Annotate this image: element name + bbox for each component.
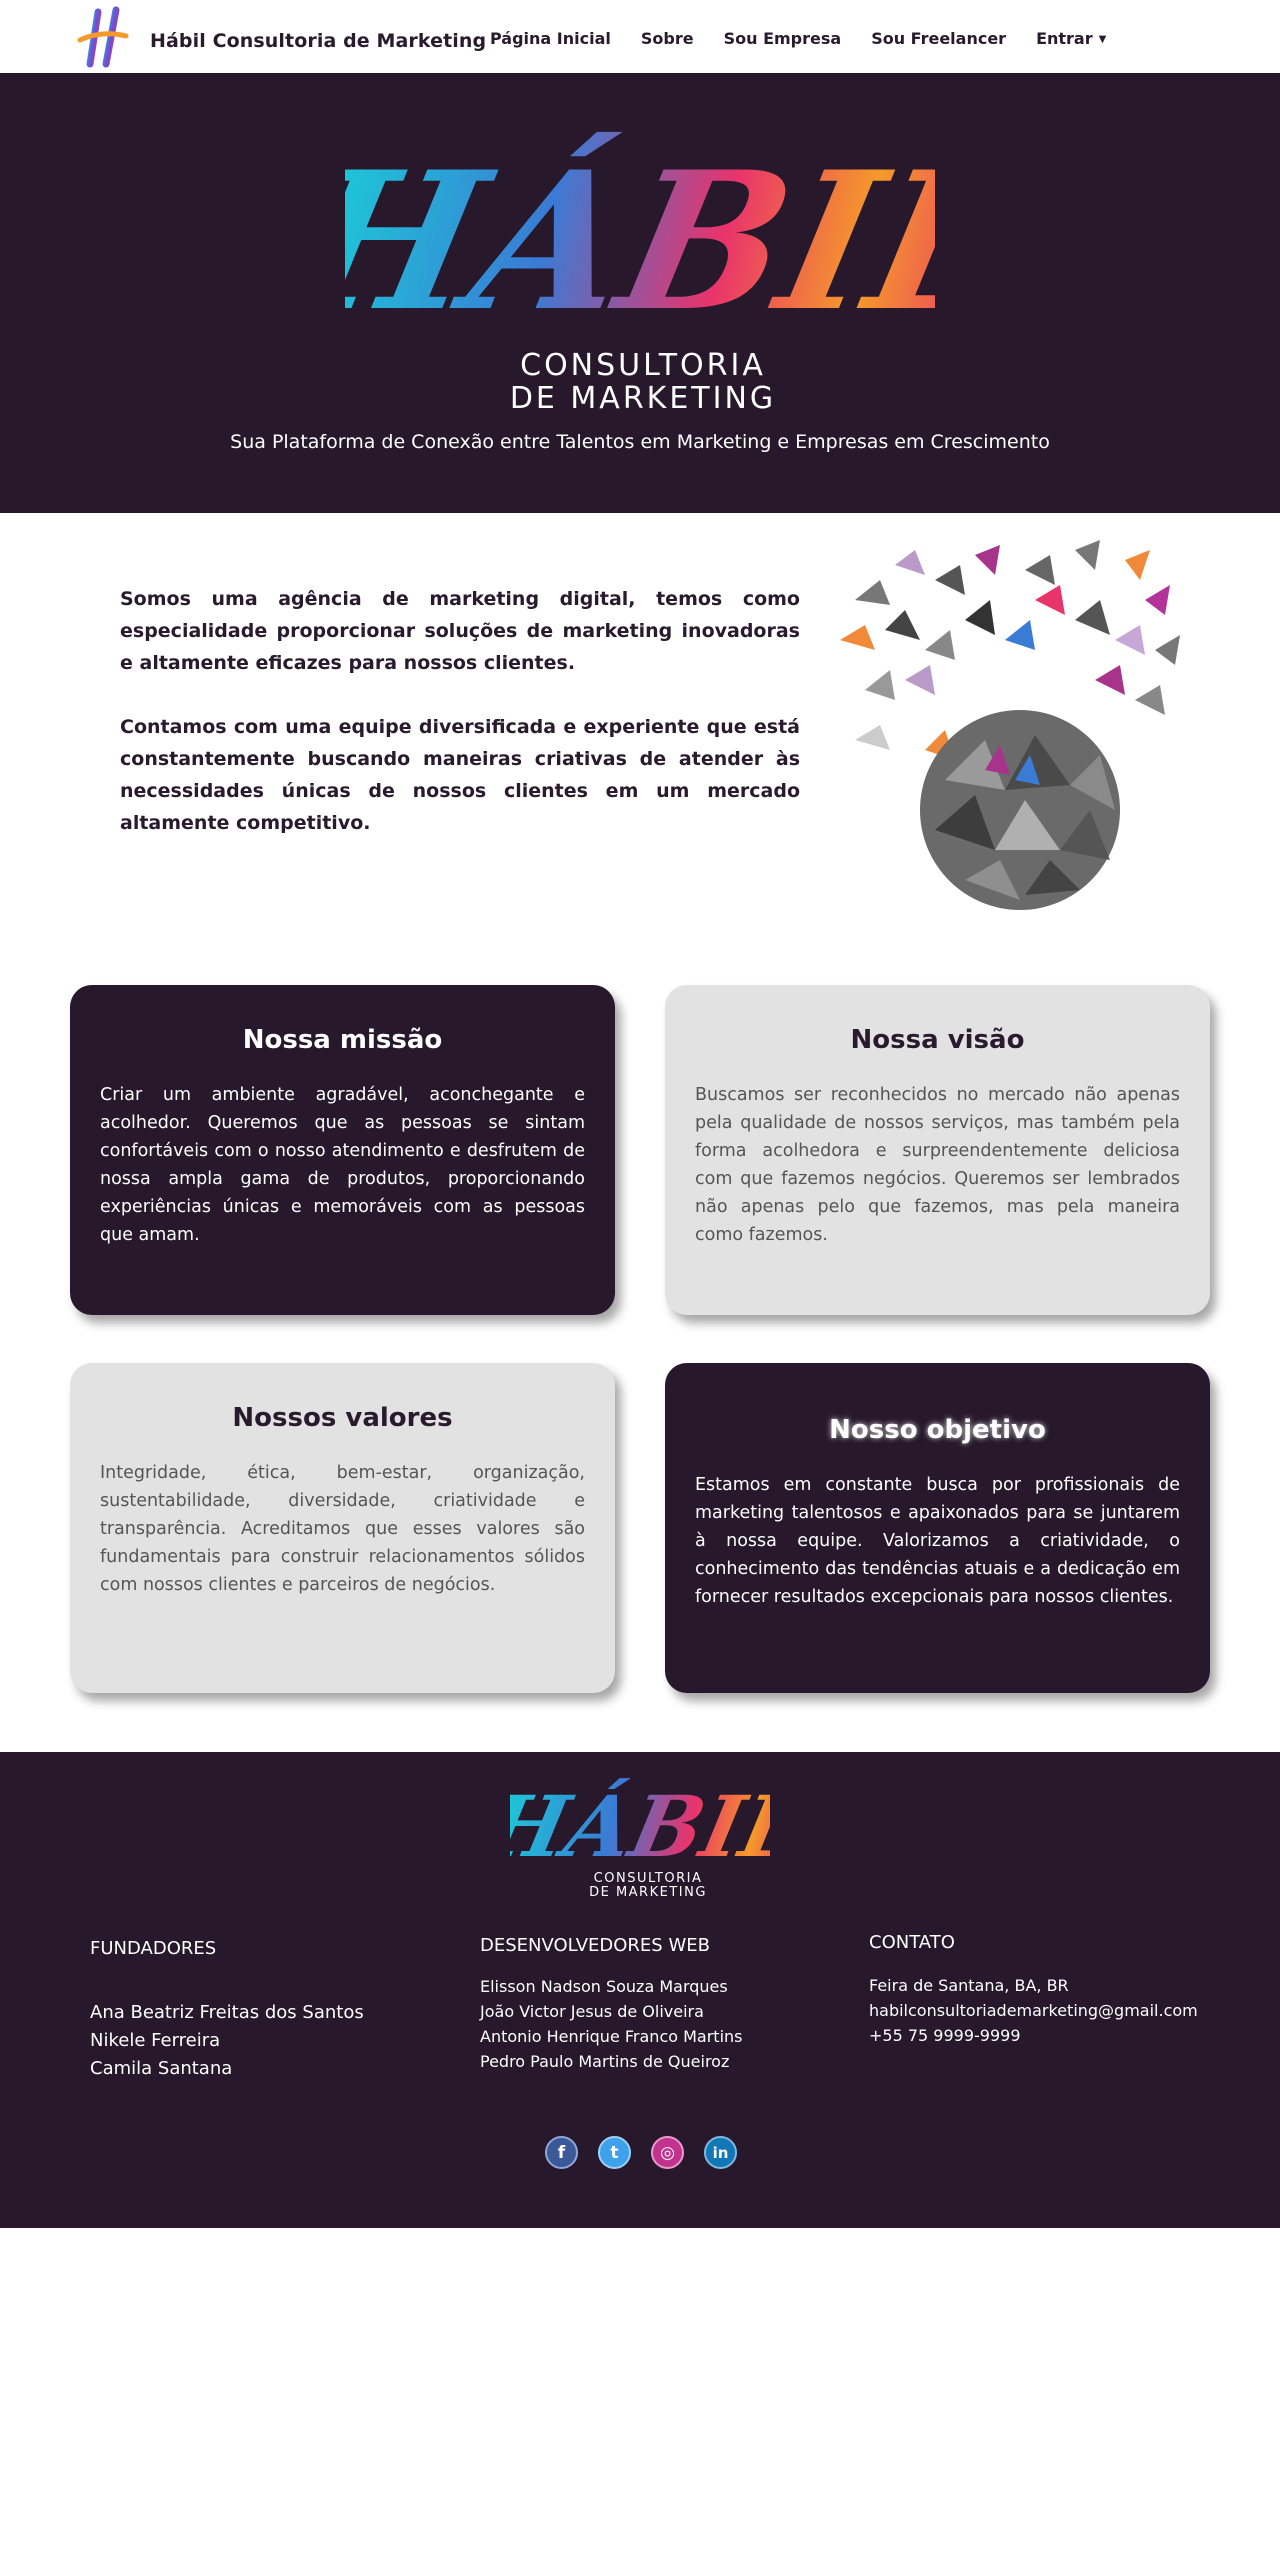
footer-devs-title: DESENVOLVEDORES WEB [480,1935,710,1956]
footer-fundadores-title: FUNDADORES [90,1938,217,1959]
nav-link-sou-freelancer[interactable]: Sou Freelancer [871,29,1006,48]
hero-logo-sub2: DE MARKETING [510,381,776,416]
developer-name: Pedro Paulo Martins de Queiroz [480,2052,730,2071]
chevron-down-icon: ▼ [1098,34,1107,45]
about-paragraph-2: Contamos com uma equipe diversificada e … [120,716,800,834]
footer-logo-sub2: DE MARKETING [589,1885,707,1900]
brand-name[interactable]: Hábil Consultoria de Marketing [150,30,486,52]
developer-name: Antonio Henrique Franco Martins [480,2027,743,2046]
hero-banner: HÁBIL CONSULTORIA DE MARKETING Sua Plata… [0,73,1280,513]
card-missao-text: Criar um ambiente agradável, aconchegant… [100,1085,585,1245]
footer-logo-title: HÁBIL [510,1778,770,1877]
nav-link-sou-empresa[interactable]: Sou Empresa [724,29,842,48]
instagram-icon[interactable]: ◎ [651,2136,684,2169]
card-valores-title: Nossos valores [232,1403,453,1433]
founder-name: Camila Santana [90,2058,233,2079]
nav-dropdown-entrar[interactable]: Entrar ▼ [1036,29,1106,48]
nav-link-home[interactable]: Página Inicial [490,29,611,48]
about-paragraph-1: Somos uma agência de marketing digital, … [120,588,800,674]
card-objetivo: Nosso objetivo Estamos em constante busc… [665,1363,1210,1693]
card-valores-text: Integridade, ética, bem-estar, organizaç… [100,1463,585,1595]
footer-fundadores: FUNDADORES Ana Beatriz Freitas dos Santo… [90,1938,364,2083]
card-missao: Nossa missão Criar um ambiente agradável… [70,985,615,1315]
main-menu: Página Inicial Sobre Sou Empresa Sou Fre… [490,29,1136,48]
founder-name: Ana Beatriz Freitas dos Santos [90,2002,364,2023]
about-section: Somos uma agência de marketing digital, … [120,583,800,871]
contact-location: Feira de Santana, BA, BR [869,1976,1069,1995]
linkedin-icon[interactable]: in [704,2136,737,2169]
developer-name: Elisson Nadson Souza Marques [480,1977,728,1996]
contact-email[interactable]: habilconsultoriademarketing@gmail.com [869,1998,1198,2023]
footer-contato: CONTATO Feira de Santana, BA, BR habilco… [869,1932,1198,2048]
footer-contato-title: CONTATO [869,1932,955,1953]
hero-logo-title: HÁBIL [345,131,935,354]
card-visao: Nossa visão Buscamos ser reconhecidos no… [665,985,1210,1315]
card-visao-title: Nossa visão [850,1025,1025,1055]
card-objetivo-title: Nosso objetivo [829,1415,1046,1445]
footer-desenvolvedores: DESENVOLVEDORES WEB Elisson Nadson Souza… [480,1935,743,2074]
footer-logo: HÁBIL CONSULTORIA DE MARKETING [510,1778,770,1900]
brand-logo-icon[interactable] [76,6,130,68]
social-links: f t ◎ in [545,2136,737,2169]
twitter-icon[interactable]: t [598,2136,631,2169]
hero-logo-sub1: CONSULTORIA [520,348,766,383]
site-footer: HÁBIL CONSULTORIA DE MARKETING FUNDADORE… [0,1752,1280,2228]
hero-logo: HÁBIL CONSULTORIA DE MARKETING [345,131,935,416]
origami-sphere [920,710,1120,910]
hero-tagline: Sua Plataforma de Conexão entre Talentos… [230,431,1050,453]
card-objetivo-text: Estamos em constante busca por profissio… [695,1475,1180,1607]
card-missao-title: Nossa missão [242,1025,443,1055]
card-valores: Nossos valores Integridade, ética, bem-e… [70,1363,615,1693]
founder-name: Nikele Ferreira [90,2030,221,2051]
nav-entrar-label: Entrar [1036,29,1093,48]
contact-phone[interactable]: +55 75 9999-9999 [869,2023,1198,2048]
facebook-icon[interactable]: f [545,2136,578,2169]
developer-name: João Victor Jesus de Oliveira [480,2002,704,2021]
footer-logo-sub1: CONSULTORIA [594,1871,703,1886]
nav-link-sobre[interactable]: Sobre [641,29,694,48]
origami-birds-illustration [840,540,1180,910]
card-visao-text: Buscamos ser reconhecidos no mercado não… [695,1085,1180,1245]
top-navbar: Hábil Consultoria de Marketing Página In… [0,0,1280,73]
